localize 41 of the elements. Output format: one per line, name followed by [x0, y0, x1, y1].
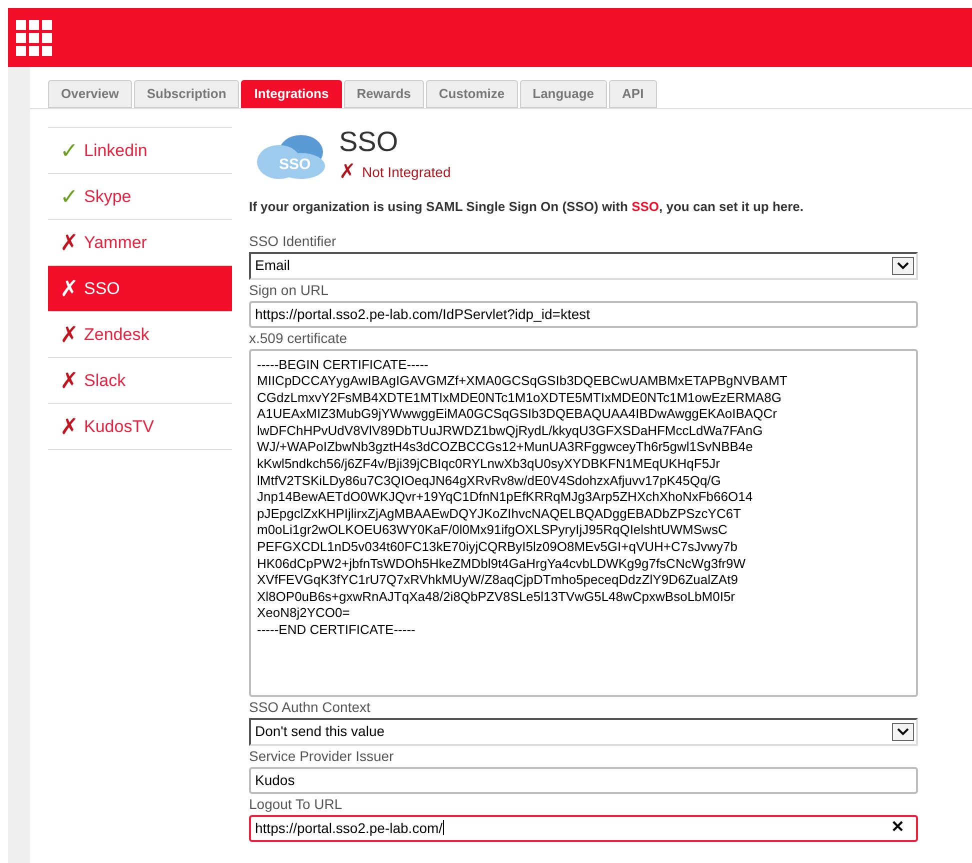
tab[interactable]: Rewards: [344, 80, 424, 108]
dropdown-field[interactable]: Don't send this value: [249, 718, 918, 746]
chevron-down-icon: [892, 256, 914, 274]
field-label: SSO Identifier: [249, 232, 338, 250]
tab[interactable]: Integrations: [241, 80, 342, 108]
sidebar-item[interactable]: ✗ KudosTV: [48, 404, 232, 450]
cross-icon: ✗: [339, 157, 356, 187]
field-label: x.509 certificate: [249, 330, 348, 346]
tab[interactable]: Overview: [48, 80, 132, 108]
field-label: SSO Authn Context: [249, 698, 372, 716]
integration-status: Not Integrated: [362, 162, 451, 182]
tab[interactable]: API: [609, 80, 657, 108]
description: If your organization is using SAML Single Sign On (SSO) with SSO, you can set it up here.: [249, 198, 805, 216]
sidebar-item[interactable]: ✓ Linkedin: [48, 128, 232, 174]
field-label: Service Provider Issuer: [249, 748, 395, 764]
sidebar-item[interactable]: ✗ SSO: [48, 266, 232, 312]
field-label: Logout To URL: [249, 796, 344, 812]
cloud-logo: SSO: [249, 132, 329, 182]
tab[interactable]: Customize: [426, 80, 518, 108]
tab[interactable]: Language: [520, 80, 608, 108]
tab[interactable]: Subscription: [134, 80, 240, 108]
cross-icon: ✗: [60, 226, 78, 259]
field-label: Sign on URL: [249, 282, 330, 298]
sidebar-item[interactable]: ✓ Skype: [48, 174, 232, 220]
cross-icon: ✗: [60, 364, 78, 397]
grid-menu-icon[interactable]: [16, 20, 52, 56]
check-icon: ✓: [60, 134, 78, 167]
check-icon: ✓: [60, 180, 78, 213]
dropdown-field[interactable]: Email: [249, 252, 918, 280]
cross-icon: ✗: [60, 318, 78, 351]
sidebar-item[interactable]: ✗ Zendesk: [48, 312, 232, 358]
cross-icon: ✗: [60, 410, 78, 443]
text-field[interactable]: https://portal.sso2.pe-lab.com/ ✕: [249, 814, 918, 842]
text-field[interactable]: Kudos: [249, 766, 918, 794]
sidebar-item[interactable]: ✗ Slack: [48, 358, 232, 404]
clear-icon[interactable]: ✕: [891, 816, 904, 840]
chevron-down-icon: [892, 722, 914, 740]
text-field[interactable]: https://portal.sso2.pe-lab.com/IdPServlet?idp_id=ktest: [249, 300, 918, 328]
cross-icon: ✗: [60, 272, 78, 305]
certificate-field[interactable]: -----BEGIN CERTIFICATE----- MIICpDCCAYygAwIBAgIGAVGMZf+XMA0GCSqGSIb3DQEBCwUAMBMxETAPBgNVBAMT CGdzLmxvY2FsMB4XDTE1MTIxMDE0NTc1M1oXDTE5MTIxMDE0NTc1M1owEzERMA8G A1UEAxMIZ3MubG9jYWwwggEiMA0GCSqGSIb3DQEBAQUAA4IBDwAwggEKAoIBAQCr lwDFChHPvUdV8VlV89DbTUuJRWDZ1bwQjRydL/kkyqU3GFXSDaHFMccLdWa7FAnG WJ/+WAPoIZbwNb3gztH4s3dCOZBCCGs12+MunUA3RFggwceyTh6r5gwl1SvNBB4e kKwl5ndkch56/j6ZF4v/Bji39jCBIqc0RYLnwXb3qU0syXYDBKFN1MEqUKHqF5Jr lMtfV2TSKiLDy86u7C3QIOeqJN64gXRvRv8w/dE0V4SdohzxAfjuvv17pK45Qq/G Jnp14BewAETdO0WKJQvr+19YqC1DfnN1pEfKRRqMJg3Arp5ZHXchXhoNxFb66O14 pJEpgclZxKHPIjlirxZjAgMBAAEwDQYJKoZIhvcNAQELBQADggEBADbZPSzcYC6T m0oLi1gr2wOLKOEU63WY0KaF/0l0Mx91ifgOXLSPyryIjJ95RqQIelshtUWMSwsC PEFGXCDL1nD5v034t60FC13kE70iyjCQRByI5lz09O8MEv5GI+qVUH+C7sJvwy7b HK06dCpPW2+jbfnTsWDOh5HkeZMDbl9t4GaHrgYa4cvbLDWKg9g7fsCNcWg3fr9W XVfFEVGqK3fYC1rU7Q7xRVhkMUyW/Z8aqCjpDTmho5peceqDdzZlY9D6ZualZAt9 Xl8OP0uB6s+gxwRnAJTqXa48/2i8QbPZV8SLe5l13TVwG5L48wCpxwBsoLbM0I5r XeoN8j2YCO0= -----END CERTIFICATE-----: [249, 348, 918, 696]
integration-title: SSO: [339, 127, 400, 157]
